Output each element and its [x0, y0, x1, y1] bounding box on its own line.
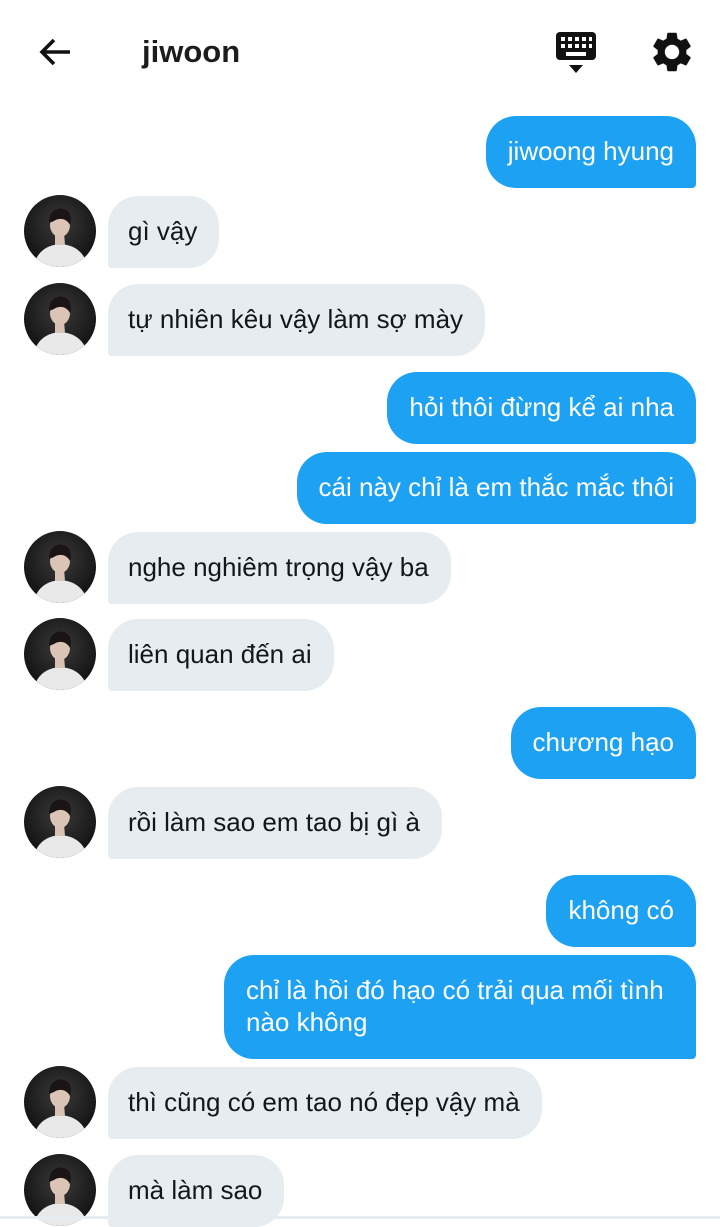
avatar[interactable] — [24, 283, 96, 355]
avatar[interactable] — [24, 1066, 96, 1138]
avatar[interactable] — [24, 195, 96, 267]
settings-button[interactable] — [648, 28, 696, 76]
message-incoming: tự nhiên kêu vậy làm sợ mày — [108, 284, 486, 356]
message-outgoing: chương hạo — [510, 707, 696, 779]
message-incoming: gì vậy — [108, 196, 220, 268]
message-outgoing: hỏi thôi đừng kể ai nha — [387, 372, 696, 444]
message-incoming: rồi làm sao em tao bị gì à — [108, 787, 442, 859]
arrow-left-icon — [39, 38, 70, 66]
message-incoming: liên quan đến ai — [108, 619, 334, 691]
message-outgoing: không có — [546, 875, 696, 947]
keyboard-icon — [556, 32, 596, 73]
message-incoming: nghe nghiêm trọng vậy ba — [108, 532, 451, 604]
message-outgoing: chỉ là hồi đó hạo có trải qua mối tình n… — [224, 955, 696, 1059]
message-incoming: thì cũng có em tao nó đẹp vậy mà — [108, 1067, 542, 1139]
message-outgoing: cái này chỉ là em thắc mắc thôi — [296, 452, 696, 524]
avatar[interactable] — [24, 786, 96, 858]
chat-header: jiwoon — [0, 0, 720, 104]
keyboard-button[interactable] — [552, 28, 600, 76]
avatar[interactable] — [24, 531, 96, 603]
gear-icon — [653, 32, 691, 72]
message-outgoing: jiwoong hyung — [485, 116, 696, 188]
avatar[interactable] — [24, 618, 96, 690]
conversation-title: jiwoon — [142, 34, 241, 69]
back-button[interactable] — [34, 30, 78, 74]
